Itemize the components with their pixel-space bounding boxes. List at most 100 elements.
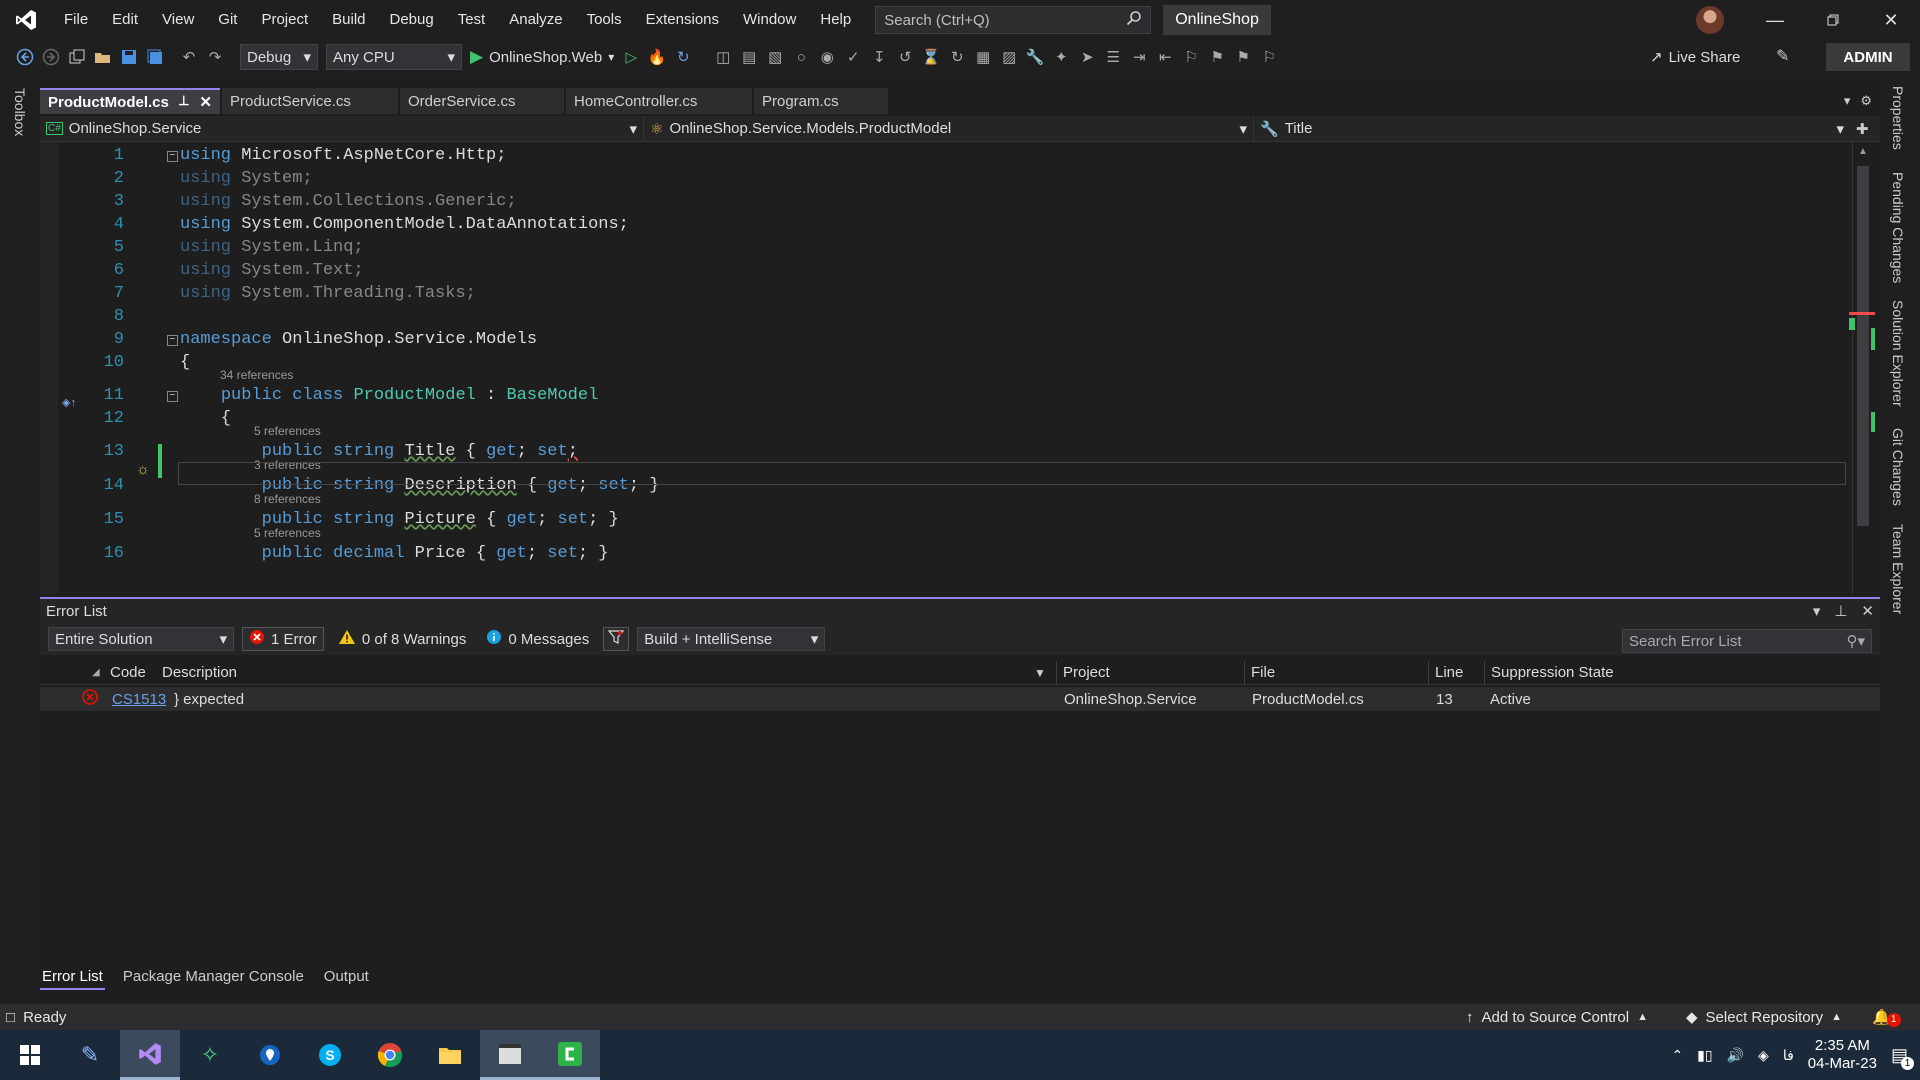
tab-package-manager-console[interactable]: Package Manager Console [121, 968, 306, 990]
errors-filter-button[interactable]: 1 Error [242, 627, 324, 651]
code-line[interactable]: 3 using System.Collections.Generic; [40, 192, 1840, 215]
column-filter-icon[interactable]: ▼ [1034, 666, 1046, 680]
action-center-button[interactable]: ▤ 1 [1891, 1045, 1914, 1070]
windows-start-icon[interactable] [0, 1030, 60, 1080]
clear-bookmarks-icon[interactable]: ⚐ [1256, 44, 1282, 70]
start-without-debugging-icon[interactable]: ▷ [618, 44, 644, 70]
type-dropdown[interactable]: ⚛ OnlineShop.Service.Models.ProductModel… [644, 115, 1254, 142]
code-line[interactable]: 4 using System.ComponentModel.DataAnnotat… [40, 215, 1840, 238]
menu-git[interactable]: Git [206, 0, 249, 40]
open-file-icon[interactable] [90, 44, 116, 70]
pointer-icon[interactable]: ➤ [1074, 44, 1100, 70]
volume-icon[interactable]: 🔊 [1727, 1047, 1744, 1064]
codelens-references[interactable]: 5 references [254, 526, 321, 540]
pin-icon[interactable]: ⊥ [178, 93, 189, 111]
csharp-inherit-glyph-icon[interactable]: ◈↑ [62, 396, 76, 409]
tab-orderservice[interactable]: OrderService.cs [400, 88, 564, 114]
code-line[interactable]: 9 − namespace OnlineShop.Service.Models [40, 330, 1840, 353]
menu-analyze[interactable]: Analyze [497, 0, 574, 40]
language-indicator[interactable]: فا [1783, 1047, 1794, 1064]
column-code[interactable]: Code [110, 664, 146, 681]
editor-scrollbar[interactable]: ▲ [1849, 142, 1875, 594]
menu-test[interactable]: Test [446, 0, 498, 40]
tray-chevron-icon[interactable]: ⌃ [1671, 1047, 1683, 1064]
live-share-button[interactable]: ↗ Live Share [1650, 44, 1740, 70]
code-line[interactable]: 8 [40, 307, 1840, 330]
tab-productmodel[interactable]: ProductModel.cs ⊥ ✕ [40, 88, 220, 114]
visual-studio-logo-icon[interactable] [0, 0, 52, 40]
build-source-select[interactable]: Build + IntelliSense ▾ [637, 627, 826, 651]
codelens-references[interactable]: 5 references [254, 424, 321, 438]
collapse-outline-icon[interactable]: − [167, 391, 178, 402]
toolbar-tool-icon[interactable]: ▧ [762, 44, 788, 70]
search-error-list-input[interactable]: Search Error List ⚲▾ [1622, 629, 1872, 653]
tab-output[interactable]: Output [322, 968, 371, 990]
window-layout-icon[interactable]: ▤ [736, 44, 762, 70]
tab-homecontroller[interactable]: HomeController.cs [566, 88, 752, 114]
user-avatar[interactable] [1696, 6, 1724, 34]
scroll-up-icon[interactable]: ▲ [1858, 146, 1868, 157]
column-project[interactable]: Project [1056, 661, 1110, 685]
undo-icon[interactable]: ↶ [176, 44, 202, 70]
menu-debug[interactable]: Debug [378, 0, 446, 40]
pending-changes-tab[interactable]: Pending Changes [1890, 172, 1906, 283]
format-icon[interactable]: ☰ [1100, 44, 1126, 70]
code-editor[interactable]: 1− using Microsoft.AspNetCore.Http; 2 using… [40, 142, 1880, 594]
pin-icon[interactable]: ⊥ [1834, 602, 1847, 620]
menu-file[interactable]: File [52, 0, 100, 40]
restore-icon[interactable] [1804, 0, 1862, 40]
tab-program[interactable]: Program.cs [754, 88, 888, 114]
tab-list-icon[interactable]: ▾ [1844, 93, 1851, 109]
panel-menu-icon[interactable]: ▾ [1813, 602, 1821, 620]
code-line[interactable]: 10 { [40, 353, 1840, 376]
scope-select[interactable]: Entire Solution ▾ [48, 627, 234, 651]
navigate-forward-icon[interactable] [38, 44, 64, 70]
code-line[interactable]: 1 − using Microsoft.AspNetCore.Http; [40, 146, 1840, 169]
column-line[interactable]: Line [1428, 661, 1463, 685]
git-changes-tab[interactable]: Git Changes [1890, 428, 1906, 506]
code-line[interactable]: 5 using System.Linq; [40, 238, 1840, 261]
diagram-icon[interactable]: ▦ [970, 44, 996, 70]
outdent-icon[interactable]: ⇤ [1152, 44, 1178, 70]
minimize-icon[interactable]: — [1746, 0, 1804, 40]
codelens-references[interactable]: 8 references [254, 492, 321, 506]
start-debugging-button[interactable]: ▶ OnlineShop.Web ▾ [470, 44, 614, 70]
add-to-source-control-button[interactable]: ↑ Add to Source Control ▲ [1466, 1009, 1648, 1026]
camera-icon[interactable]: ◉ [814, 44, 840, 70]
admin-button[interactable]: ADMIN [1826, 43, 1910, 71]
layers-icon[interactable]: ▨ [996, 44, 1022, 70]
wifi-icon[interactable]: ◈ [1758, 1047, 1769, 1064]
check-icon[interactable]: ✓ [840, 44, 866, 70]
skype-taskbar-icon[interactable]: S [300, 1030, 360, 1080]
save-icon[interactable] [116, 44, 142, 70]
warnings-filter-button[interactable]: 0 of 8 Warnings [332, 627, 473, 651]
code-line[interactable]: 16 public decimal Price { get; set; } [40, 544, 1840, 567]
code-line[interactable]: 2 using System; [40, 169, 1840, 192]
notifications-button[interactable]: 🔔 1 [1872, 1007, 1901, 1027]
menu-view[interactable]: View [150, 0, 206, 40]
lightbulb-icon[interactable]: ☼ [136, 461, 150, 478]
next-bookmark-icon[interactable]: ⚑ [1230, 44, 1256, 70]
step-icon[interactable]: ↧ [866, 44, 892, 70]
close-tab-icon[interactable]: ✕ [199, 93, 212, 111]
solution-platform-select[interactable]: Any CPU ▾ [326, 44, 462, 70]
battery-icon[interactable]: ▮▯ [1697, 1047, 1712, 1064]
tab-error-list[interactable]: Error List [40, 968, 105, 990]
camtasia-taskbar-icon[interactable] [540, 1030, 600, 1080]
menu-tools[interactable]: Tools [575, 0, 634, 40]
taskbar-app-icon[interactable]: ✎ [60, 1030, 120, 1080]
history-forward-icon[interactable]: ↻ [944, 44, 970, 70]
column-file[interactable]: File [1244, 661, 1275, 685]
menu-build[interactable]: Build [320, 0, 377, 40]
column-suppression-state[interactable]: Suppression State [1484, 661, 1614, 685]
code-line[interactable]: 11 − public class ProductModel : BaseMode… [40, 386, 1840, 409]
project-dropdown[interactable]: C# OnlineShop.Service ▾ [40, 115, 644, 142]
file-explorer-taskbar-icon[interactable] [420, 1030, 480, 1080]
menu-edit[interactable]: Edit [100, 0, 150, 40]
close-panel-icon[interactable]: ✕ [1861, 602, 1874, 620]
tools-taskbar-icon[interactable]: ✧ [180, 1030, 240, 1080]
step-back-icon[interactable]: ↺ [892, 44, 918, 70]
error-row[interactable]: CS1513 } expected OnlineShop.Service Pro… [40, 687, 1880, 711]
split-editor-icon[interactable]: ✚ [1856, 120, 1869, 138]
visual-studio-taskbar-icon[interactable] [120, 1030, 180, 1080]
